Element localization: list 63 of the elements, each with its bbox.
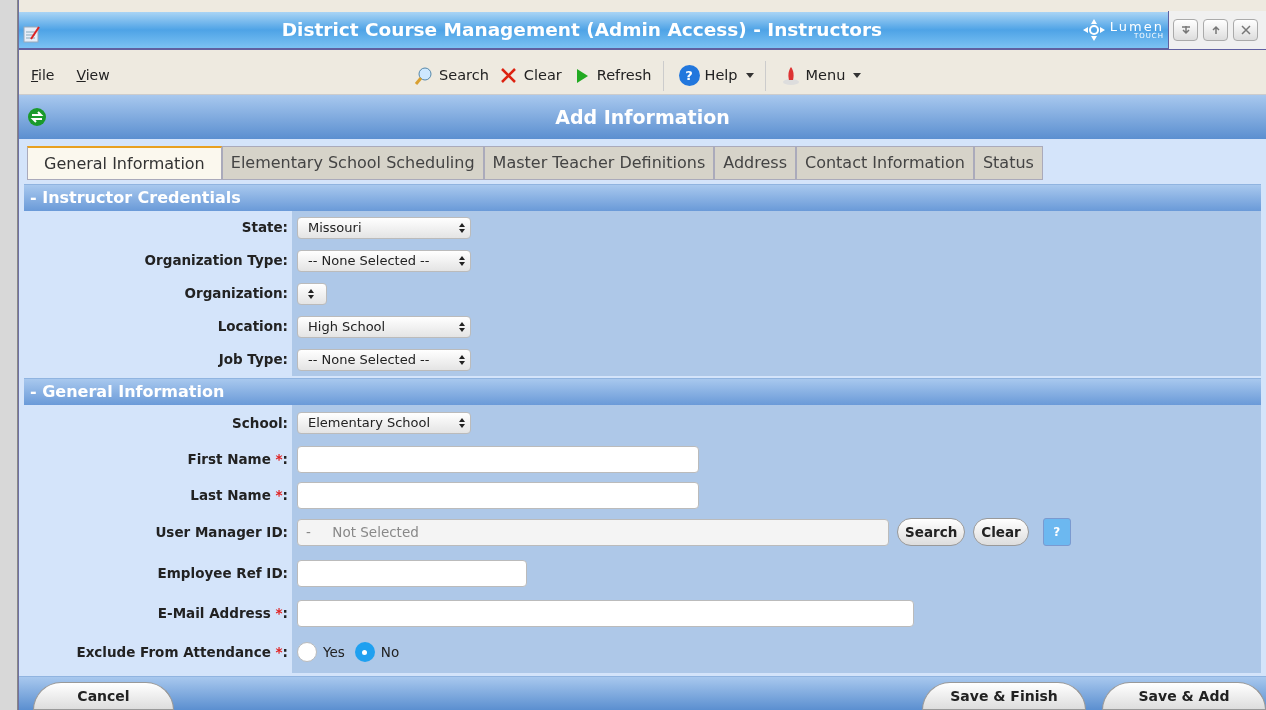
dropdown[interactable]: -- None Selected -- xyxy=(297,348,471,371)
lookup-button[interactable]: Search xyxy=(897,518,966,546)
help-icon: ? xyxy=(678,65,700,86)
updown-caret-icon xyxy=(308,288,314,299)
dropdown[interactable]: High School xyxy=(297,315,471,338)
dropdown[interactable]: -- None Selected -- xyxy=(297,249,471,272)
tab[interactable]: General Information xyxy=(27,146,222,180)
field-label: State: xyxy=(241,218,288,238)
radio-label: No xyxy=(380,642,400,662)
toolbar-button[interactable]: Clear xyxy=(495,64,565,87)
header-title: Add Information xyxy=(555,104,730,130)
field-label: Employee Ref ID: xyxy=(157,563,288,583)
tab[interactable]: Status xyxy=(973,146,1043,180)
field-label: E-Mail Address *: xyxy=(157,603,288,623)
updown-caret-icon xyxy=(459,418,465,428)
section-header: - Instructor Credentials xyxy=(24,184,1261,211)
updown-caret-icon xyxy=(459,222,465,233)
swap-icon xyxy=(27,107,47,127)
tab[interactable]: Master Teacher Definitions xyxy=(483,146,715,180)
menu-item[interactable]: View xyxy=(76,64,110,86)
field-label: Job Type: xyxy=(218,350,288,370)
window-title: District Course Management (Admin Access) - Instructors xyxy=(281,18,883,43)
field-label: Location: xyxy=(217,317,288,337)
footer-button[interactable]: Save & Finish xyxy=(922,682,1086,710)
window-button[interactable] xyxy=(1233,19,1258,41)
text-field[interactable] xyxy=(297,481,699,509)
text-field[interactable] xyxy=(297,445,699,473)
updown-caret-icon xyxy=(459,354,465,365)
dropdown[interactable]: Missouri xyxy=(297,216,471,239)
notepad-icon xyxy=(22,24,42,44)
lookup-button[interactable]: Clear xyxy=(973,518,1029,546)
menu-item[interactable]: File xyxy=(31,64,55,86)
text-field[interactable] xyxy=(297,599,914,627)
field-label: Organization: xyxy=(184,284,288,304)
toolbar-button[interactable]: Menu xyxy=(777,64,865,87)
field-label: School: xyxy=(232,413,288,433)
field-label: Exclude From Attendance *: xyxy=(76,642,288,662)
tab[interactable]: Address xyxy=(714,146,796,180)
toolbar-button[interactable]: ? Help xyxy=(675,64,757,87)
tab[interactable]: Elementary School Scheduling xyxy=(221,146,484,180)
dropdown[interactable] xyxy=(297,282,327,305)
updown-caret-icon xyxy=(459,255,465,266)
compass-icon xyxy=(1081,18,1106,42)
text-field[interactable] xyxy=(297,559,527,587)
field-label: Last Name *: xyxy=(190,485,288,505)
dropdown[interactable]: Elementary School xyxy=(297,412,471,434)
section-header: - General Information xyxy=(24,378,1261,405)
radio-button[interactable] xyxy=(297,642,317,662)
field-label: First Name *: xyxy=(187,449,288,469)
toolbar-button[interactable]: Refresh xyxy=(568,64,655,87)
footer-button[interactable]: Cancel xyxy=(33,682,174,710)
window-button[interactable] xyxy=(1173,19,1198,41)
footer-button[interactable]: Save & Add xyxy=(1102,682,1266,710)
updown-caret-icon xyxy=(459,321,465,332)
magnifier-icon xyxy=(414,65,434,86)
tab[interactable]: Contact Information xyxy=(796,146,974,180)
rocket-icon xyxy=(780,65,801,86)
window-button[interactable] xyxy=(1203,19,1228,41)
radio-label: Yes xyxy=(323,642,345,662)
field-label: Organization Type: xyxy=(144,251,288,271)
toolbar-button[interactable]: Search xyxy=(411,64,492,87)
field-label: User Manager ID: xyxy=(155,522,288,542)
radio-button[interactable] xyxy=(354,642,375,662)
